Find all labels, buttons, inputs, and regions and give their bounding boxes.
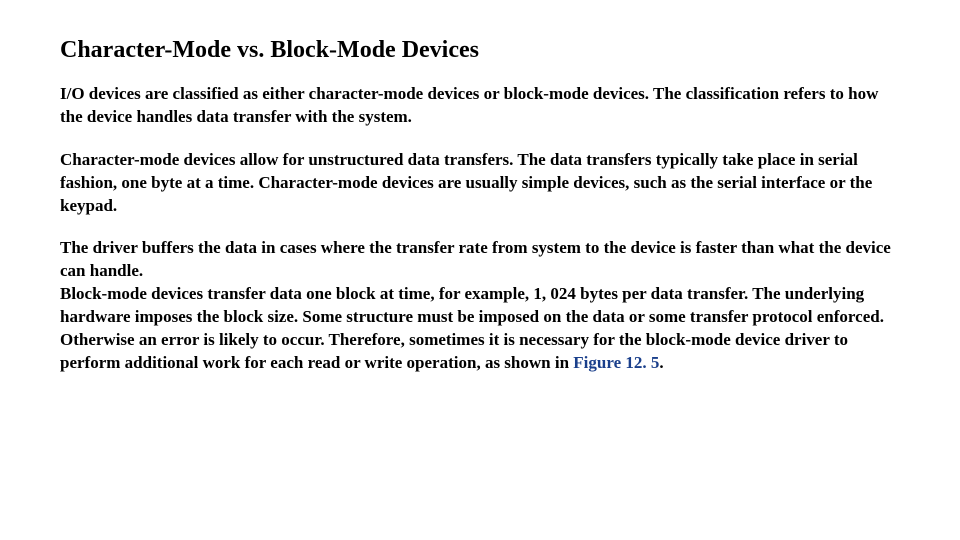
paragraph-block-mode: The driver buffers the data in cases whe…: [60, 237, 900, 375]
paragraph-line-otherwise-pre: Otherwise an error is likely to occur. T…: [60, 330, 848, 372]
paragraph-intro: I/O devices are classified as either cha…: [60, 83, 900, 129]
paragraph-character-mode: Character-mode devices allow for unstruc…: [60, 149, 900, 218]
section-heading: Character-Mode vs. Block-Mode Devices: [60, 36, 900, 65]
paragraph-line-block: Block-mode devices transfer data one blo…: [60, 284, 884, 326]
figure-link[interactable]: Figure 12. 5: [573, 353, 659, 372]
paragraph-line-buffer: The driver buffers the data in cases whe…: [60, 238, 891, 280]
document-page: Character-Mode vs. Block-Mode Devices I/…: [0, 0, 960, 375]
paragraph-line-otherwise-post: .: [659, 353, 663, 372]
